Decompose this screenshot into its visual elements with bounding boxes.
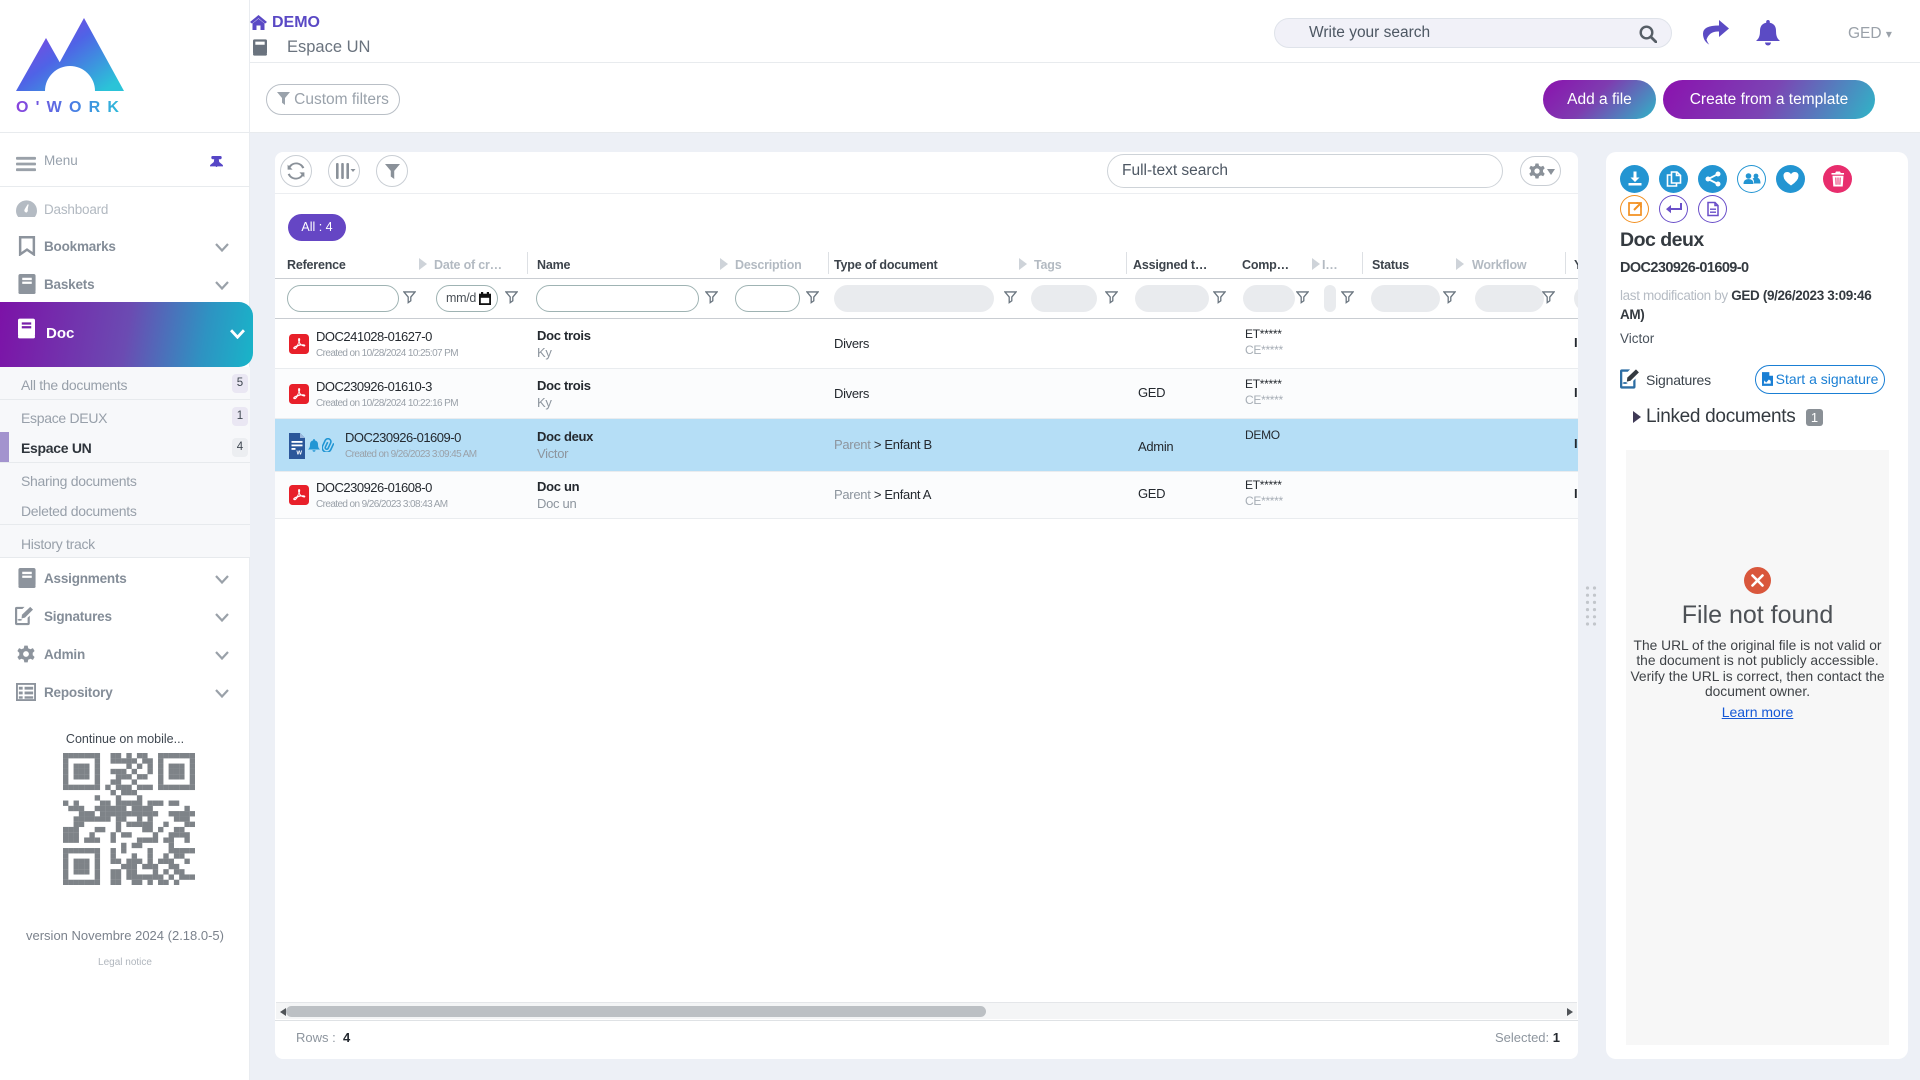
- svg-text:w: w: [296, 450, 303, 457]
- svg-text:O'WORK: O'WORK: [16, 99, 126, 114]
